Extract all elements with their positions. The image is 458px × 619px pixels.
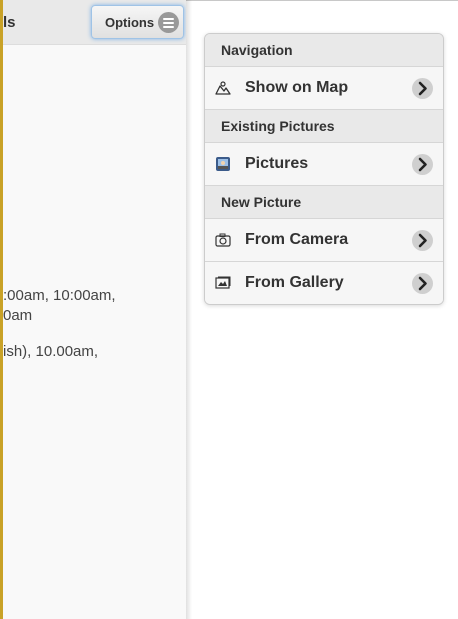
menu-item-label: From Gallery bbox=[245, 274, 344, 291]
schedule-text-line-2: 0am bbox=[3, 307, 33, 324]
camera-icon bbox=[215, 232, 231, 248]
options-button-label: Options bbox=[105, 15, 155, 30]
page-title: ls bbox=[3, 14, 16, 31]
menu-item-from-gallery[interactable]: From Gallery bbox=[205, 262, 443, 304]
gallery-icon bbox=[215, 275, 231, 291]
schedule-text-line-3: ish), 10.00am, bbox=[3, 343, 99, 360]
section-header-new-picture: New Picture bbox=[205, 186, 443, 219]
menu-item-label: From Camera bbox=[245, 231, 349, 248]
options-popup-menu: Navigation Show on Map Existing Pictures… bbox=[204, 33, 444, 305]
pictures-icon bbox=[215, 156, 231, 172]
section-header-navigation: Navigation bbox=[205, 34, 443, 67]
schedule-text-line-1: :00am, 10:00am, bbox=[3, 287, 116, 304]
page-header: ls Options bbox=[3, 0, 186, 45]
menu-icon bbox=[158, 12, 179, 33]
menu-item-label: Show on Map bbox=[245, 79, 349, 96]
chevron-right-icon bbox=[412, 78, 433, 99]
section-header-existing-pictures: Existing Pictures bbox=[205, 110, 443, 143]
chevron-right-icon bbox=[412, 230, 433, 251]
chevron-right-icon bbox=[412, 154, 433, 175]
background-page: ls Options :00am, 10:00am, 0am ish), 10.… bbox=[0, 0, 186, 619]
menu-item-label: Pictures bbox=[245, 155, 309, 172]
chevron-right-icon bbox=[412, 273, 433, 294]
map-icon bbox=[215, 80, 231, 96]
menu-item-show-on-map[interactable]: Show on Map bbox=[205, 67, 443, 110]
page-edge-shadow bbox=[186, 0, 192, 619]
menu-item-pictures[interactable]: Pictures bbox=[205, 143, 443, 186]
menu-item-from-camera[interactable]: From Camera bbox=[205, 219, 443, 262]
options-button[interactable]: Options bbox=[91, 5, 184, 39]
